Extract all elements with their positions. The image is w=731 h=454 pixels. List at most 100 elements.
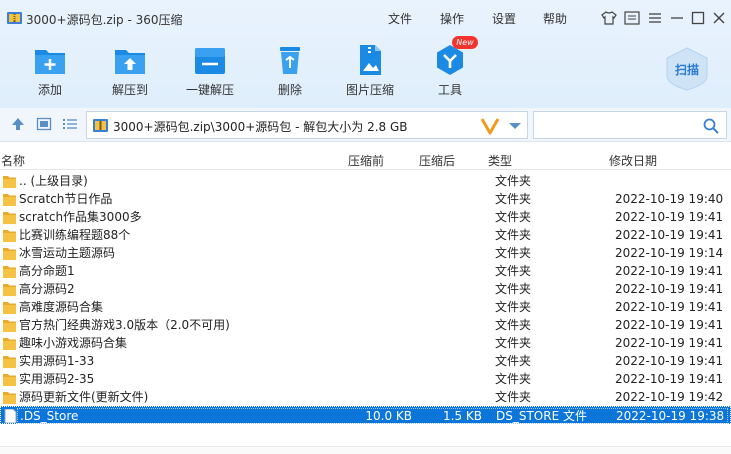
menu-icon[interactable] xyxy=(646,9,664,27)
column-header: 名称 压缩前 压缩后 类型 修改日期 xyxy=(0,146,731,170)
maximize-icon[interactable] xyxy=(689,9,707,27)
column-packed-size[interactable]: 压缩前 xyxy=(348,152,384,169)
folder-icon xyxy=(3,212,16,224)
file-name: .. (上级目录) xyxy=(19,174,88,188)
minimize-icon[interactable] xyxy=(668,9,686,27)
scan-button[interactable]: 扫描 xyxy=(664,46,710,92)
file-row[interactable]: 源码更新文件(更新文件) 文件夹 2022-10-19 19:42 xyxy=(0,388,731,406)
file-name: 官方热门经典游戏3.0版本（2.0不可用) xyxy=(19,318,230,332)
menu-operation[interactable]: 操作 xyxy=(440,10,464,27)
file-modified: 2022-10-19 19:41 xyxy=(615,300,724,314)
folder-icon xyxy=(3,266,16,278)
delete-label: 删除 xyxy=(277,83,302,97)
file-type: 文件夹 xyxy=(495,300,532,314)
file-row[interactable]: scratch作品集3000多 文件夹 2022-10-19 19:41 xyxy=(0,208,731,226)
menu-file[interactable]: 文件 xyxy=(388,10,412,27)
search-box[interactable] xyxy=(533,111,727,139)
file-type: 文件夹 xyxy=(495,372,532,386)
file-modified: 2022-10-19 19:41 xyxy=(615,210,724,224)
file-row[interactable]: 冰雪运动主题源码 文件夹 2022-10-19 19:14 xyxy=(0,244,731,262)
file-type: 文件夹 xyxy=(495,318,532,332)
column-compressed-size[interactable]: 压缩后 xyxy=(419,152,455,169)
file-modified: 2022-10-19 19:38 xyxy=(616,409,725,423)
file-row[interactable]: 比赛训练编程题88个 文件夹 2022-10-19 19:41 xyxy=(0,226,731,244)
file-modified: 2022-10-19 19:14 xyxy=(615,246,724,260)
new-badge: New xyxy=(452,36,478,49)
file-icon xyxy=(4,409,17,423)
one-click-extract-button[interactable]: 一键解压 xyxy=(175,44,245,100)
skin-icon[interactable] xyxy=(600,9,618,27)
close-icon[interactable] xyxy=(710,9,728,27)
file-type: 文件夹 xyxy=(495,264,532,278)
column-modified[interactable]: 修改日期 xyxy=(609,152,657,169)
file-row[interactable]: 高分源码2 文件夹 2022-10-19 19:41 xyxy=(0,280,731,298)
search-input[interactable] xyxy=(538,116,698,134)
file-row[interactable]: 实用源码2-35 文件夹 2022-10-19 19:41 xyxy=(0,370,731,388)
file-name: 比赛训练编程题88个 xyxy=(19,228,131,242)
file-type: 文件夹 xyxy=(495,282,532,296)
file-name: 趣味小游戏源码合集 xyxy=(19,336,128,350)
file-modified: 2022-10-19 19:41 xyxy=(615,336,724,350)
file-row[interactable]: .. (上级目录) 文件夹 xyxy=(0,172,731,190)
verify-v-icon[interactable] xyxy=(479,114,501,136)
folder-icon xyxy=(3,176,16,188)
image-compress-button[interactable]: 图片压缩 xyxy=(335,44,405,100)
delete-button[interactable]: 删除 xyxy=(255,44,325,100)
file-name: 高难度源码合集 xyxy=(19,300,104,314)
scan-label: 扫描 xyxy=(674,63,699,77)
file-type: 文件夹 xyxy=(495,210,532,224)
file-type: 文件夹 xyxy=(495,354,532,368)
folder-icon xyxy=(3,374,16,386)
file-name: 实用源码2-35 xyxy=(19,372,95,386)
folder-icon xyxy=(3,320,16,332)
file-modified: 2022-10-19 19:41 xyxy=(615,282,724,296)
extract-to-button[interactable]: 解压到 xyxy=(95,44,165,100)
file-packed-size: 10.0 KB xyxy=(365,409,412,423)
message-icon[interactable] xyxy=(623,9,641,27)
menu-help[interactable]: 帮助 xyxy=(543,10,567,27)
list-view-icon[interactable] xyxy=(62,116,78,132)
file-type: 文件夹 xyxy=(495,390,532,404)
file-name: Scratch节日作品 xyxy=(19,192,113,206)
thumbnail-view-icon[interactable] xyxy=(36,116,52,132)
folder-icon xyxy=(3,356,16,368)
file-type: 文件夹 xyxy=(495,174,532,188)
file-type: DS_STORE 文件 xyxy=(496,409,587,423)
menu-settings[interactable]: 设置 xyxy=(492,10,516,27)
folder-icon xyxy=(3,248,16,260)
zip-app-icon xyxy=(7,12,22,24)
file-type: 文件夹 xyxy=(495,228,532,242)
file-modified: 2022-10-19 19:42 xyxy=(615,390,724,404)
address-path: 3000+源码包.zip\3000+源码包 - 解包大小为 2.8 GB xyxy=(113,120,408,134)
one-click-extract-icon xyxy=(195,48,225,74)
folder-icon xyxy=(3,194,16,206)
file-row[interactable]: 官方热门经典游戏3.0版本（2.0不可用) 文件夹 2022-10-19 19:41 xyxy=(0,316,731,334)
add-button[interactable]: 添加 xyxy=(15,44,85,100)
address-bar[interactable]: 3000+源码包.zip\3000+源码包 - 解包大小为 2.8 GB xyxy=(86,111,528,139)
search-icon[interactable] xyxy=(702,117,720,135)
address-row: 3000+源码包.zip\3000+源码包 - 解包大小为 2.8 GB xyxy=(0,108,731,142)
window-title: 3000+源码包.zip - 360压缩 xyxy=(26,13,183,27)
add-label: 添加 xyxy=(37,83,62,97)
folder-icon xyxy=(3,284,16,296)
chevron-down-icon[interactable] xyxy=(505,114,525,136)
file-row[interactable]: 趣味小游戏源码合集 文件夹 2022-10-19 19:41 xyxy=(0,334,731,352)
file-row[interactable]: 实用源码1-33 文件夹 2022-10-19 19:41 xyxy=(0,352,731,370)
file-row[interactable]: Scratch节日作品 文件夹 2022-10-19 19:40 xyxy=(0,190,731,208)
tools-button[interactable]: 工具 xyxy=(415,44,485,100)
file-row[interactable]: 高难度源码合集 文件夹 2022-10-19 19:41 xyxy=(0,298,731,316)
file-modified: 2022-10-19 19:41 xyxy=(615,318,724,332)
up-arrow-icon[interactable] xyxy=(10,116,26,132)
file-row[interactable]: 高分命题1 文件夹 2022-10-19 19:41 xyxy=(0,262,731,280)
file-modified: 2022-10-19 19:40 xyxy=(615,192,724,206)
extract-to-label: 解压到 xyxy=(111,83,148,97)
file-modified: 2022-10-19 19:41 xyxy=(615,264,724,278)
file-name: 源码更新文件(更新文件) xyxy=(19,390,149,404)
folder-icon xyxy=(3,392,16,404)
column-type[interactable]: 类型 xyxy=(488,152,512,169)
file-modified: 2022-10-19 19:41 xyxy=(615,354,724,368)
extract-to-icon xyxy=(115,50,145,74)
column-name[interactable]: 名称 xyxy=(1,152,25,169)
file-name: .DS_Store xyxy=(20,409,79,423)
file-row[interactable]: .DS_Store 10.0 KB 1.5 KB DS_STORE 文件 2022-10… xyxy=(0,406,731,424)
